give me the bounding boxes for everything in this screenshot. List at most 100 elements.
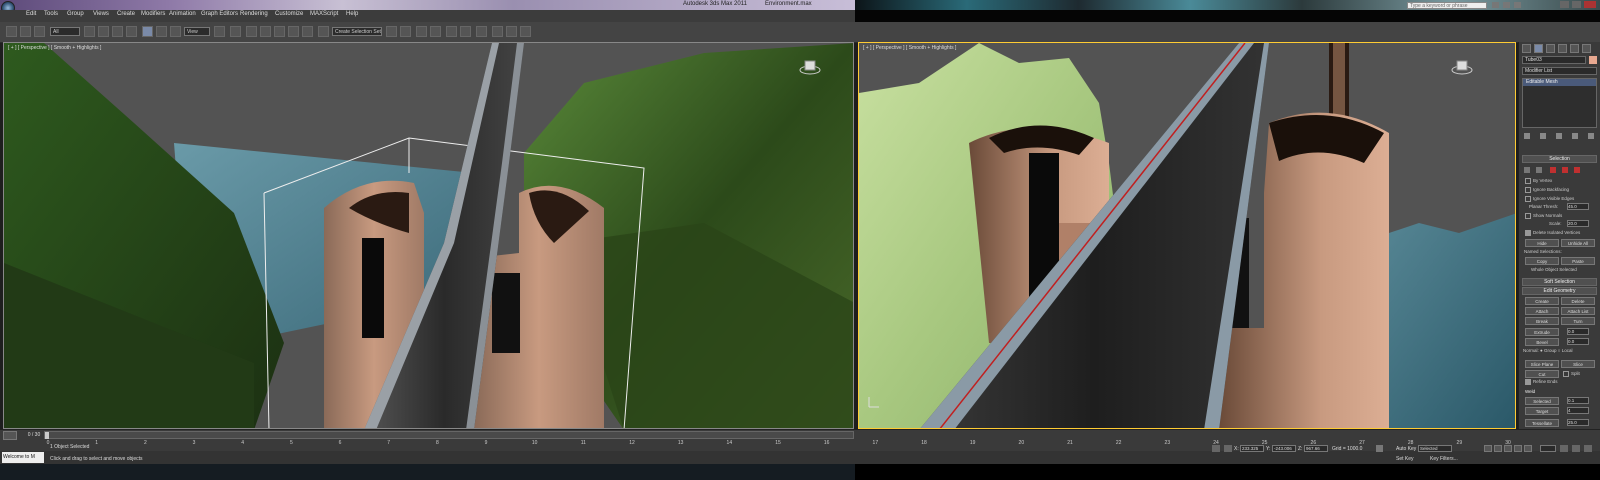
extrude-spinner[interactable]: 0.0 — [1567, 328, 1589, 335]
slice-button[interactable]: Slice — [1561, 360, 1595, 368]
viewport-perspective-left[interactable]: [ + ] [ Perspective ] [ Smooth + Highlig… — [3, 42, 854, 429]
x-coord-field[interactable]: 233.325 — [1240, 445, 1264, 452]
redo-icon[interactable] — [20, 26, 31, 37]
key-filter-dropdown[interactable]: Selected — [1418, 445, 1452, 452]
weld-selected-button[interactable]: Selected — [1525, 397, 1559, 405]
time-tag-icon[interactable] — [1376, 445, 1383, 452]
selection-filter-dropdown[interactable]: All — [50, 27, 80, 36]
tessellate-button[interactable]: Tessellate — [1525, 419, 1559, 427]
vertex-level-icon[interactable] — [1524, 167, 1530, 173]
extrude-button[interactable]: Extrude — [1525, 328, 1559, 336]
menu-animation[interactable]: Animation — [169, 11, 196, 17]
element-level-icon[interactable] — [1574, 167, 1580, 173]
previous-frame-icon[interactable] — [1494, 445, 1502, 452]
hide-button[interactable]: Hide — [1525, 239, 1559, 247]
object-name-field[interactable]: Tube03 — [1522, 56, 1586, 64]
bevel-spinner[interactable]: 0.0 — [1567, 338, 1589, 345]
viewport-label[interactable]: [ + ] [ Perspective ] [ Smooth + Highlig… — [863, 45, 956, 51]
material-editor-icon[interactable] — [476, 26, 487, 37]
turn-button[interactable]: Turn — [1561, 317, 1595, 325]
menu-modifiers[interactable]: Modifiers — [141, 11, 165, 17]
viewport-label[interactable]: [ + ] [ Perspective ] [ Smooth + Highlig… — [8, 45, 101, 51]
render-setup-icon[interactable] — [492, 26, 503, 37]
rendered-frame-window-icon[interactable] — [506, 26, 517, 37]
make-unique-icon[interactable] — [1556, 133, 1562, 139]
lock-selection-icon[interactable] — [1212, 445, 1220, 452]
edit-named-selection-icon[interactable] — [318, 26, 329, 37]
delete-isolated-checkbox[interactable]: Delete Isolated Vertices — [1525, 230, 1580, 236]
ignore-visible-edges-checkbox[interactable]: Ignore Visible Edges — [1525, 196, 1574, 202]
mirror-icon[interactable] — [386, 26, 397, 37]
menu-customize[interactable]: Customize — [275, 11, 303, 17]
go-to-start-icon[interactable] — [1484, 445, 1492, 452]
snap-toggle-icon[interactable] — [260, 26, 271, 37]
y-coord-field[interactable]: -243.006 — [1272, 445, 1296, 452]
pivot-icon[interactable] — [214, 26, 225, 37]
select-manipulate-icon[interactable] — [230, 26, 241, 37]
attach-list-button[interactable]: Attach List — [1561, 307, 1595, 315]
link-icon[interactable] — [34, 26, 45, 37]
soft-selection-rollout[interactable]: Soft Selection — [1522, 278, 1597, 286]
viewcube-icon[interactable] — [1451, 59, 1473, 75]
weld-threshold-spinner[interactable]: 0.1 — [1567, 397, 1589, 404]
open-mini-curve-editor-icon[interactable] — [3, 431, 17, 440]
rotate-icon[interactable] — [156, 26, 167, 37]
undo-icon[interactable] — [6, 26, 17, 37]
display-tab-icon[interactable] — [1570, 44, 1579, 53]
pin-stack-icon[interactable] — [1524, 133, 1530, 139]
modifier-stack[interactable]: Editable Mesh — [1522, 78, 1597, 128]
go-to-end-icon[interactable] — [1524, 445, 1532, 452]
layer-manager-icon[interactable] — [416, 26, 427, 37]
next-frame-icon[interactable] — [1514, 445, 1522, 452]
ignore-backfacing-checkbox[interactable]: Ignore Backfacing — [1525, 187, 1569, 193]
z-coord-field[interactable]: 967.66 — [1304, 445, 1328, 452]
menu-rendering[interactable]: Rendering — [240, 11, 268, 17]
scale-icon[interactable] — [170, 26, 181, 37]
help-icon[interactable] — [1514, 2, 1521, 8]
align-icon[interactable] — [400, 26, 411, 37]
auto-key-button[interactable]: Auto Key — [1396, 446, 1416, 452]
motion-tab-icon[interactable] — [1558, 44, 1567, 53]
menu-views[interactable]: Views — [93, 11, 109, 17]
weld-target-button[interactable]: Target — [1525, 407, 1559, 415]
current-frame-field[interactable] — [1540, 445, 1556, 452]
polygon-level-icon[interactable] — [1562, 167, 1568, 173]
target-pixels-spinner[interactable]: 4 — [1567, 407, 1589, 414]
play-icon[interactable] — [1504, 445, 1512, 452]
maxscript-listener-input[interactable]: Welcome to M — [2, 452, 44, 463]
cut-button[interactable]: Cut — [1525, 370, 1559, 378]
viewport-perspective-right[interactable]: [ + ] [ Perspective ] [ Smooth + Highlig… — [858, 42, 1516, 429]
time-slider[interactable] — [44, 431, 854, 439]
zoom-icon[interactable] — [1560, 445, 1568, 452]
window-crossing-icon[interactable] — [126, 26, 137, 37]
by-vertex-checkbox[interactable]: By Vertex — [1525, 178, 1552, 184]
binoculars-icon[interactable] — [1492, 2, 1499, 8]
menu-create[interactable]: Create — [117, 11, 135, 17]
create-tab-icon[interactable] — [1522, 44, 1531, 53]
curve-editor-icon[interactable] — [446, 26, 457, 37]
edge-level-icon[interactable] — [1536, 167, 1542, 173]
tension-spinner[interactable]: 25.0 — [1567, 419, 1589, 426]
bevel-button[interactable]: Bevel — [1525, 338, 1559, 346]
slice-plane-button[interactable]: Slice Plane — [1525, 360, 1559, 368]
star-icon[interactable] — [1503, 2, 1510, 8]
edit-geometry-rollout[interactable]: Edit Geometry — [1522, 287, 1597, 295]
refine-ends-checkbox[interactable]: Refine Ends — [1525, 379, 1558, 385]
split-checkbox[interactable]: Split — [1563, 371, 1580, 377]
unhide-all-button[interactable]: Unhide All — [1561, 239, 1595, 247]
copy-button[interactable]: Copy — [1525, 257, 1559, 265]
keyboard-shortcut-icon[interactable] — [246, 26, 257, 37]
scale-spinner[interactable]: 20.0 — [1567, 220, 1589, 227]
named-selection-dropdown[interactable]: Create Selection Set — [332, 27, 382, 36]
configure-sets-icon[interactable] — [1588, 133, 1594, 139]
break-button[interactable]: Break — [1525, 317, 1559, 325]
menu-edit[interactable]: Edit — [26, 11, 36, 17]
remove-modifier-icon[interactable] — [1572, 133, 1578, 139]
select-object-icon[interactable] — [84, 26, 95, 37]
time-slider-thumb[interactable] — [45, 432, 49, 439]
menu-group[interactable]: Group — [67, 11, 84, 17]
absolute-mode-icon[interactable] — [1224, 445, 1232, 452]
menu-graph-editors[interactable]: Graph Editors — [201, 11, 238, 17]
help-search-input[interactable]: Type a keyword or phrase — [1407, 2, 1487, 9]
schematic-view-icon[interactable] — [460, 26, 471, 37]
